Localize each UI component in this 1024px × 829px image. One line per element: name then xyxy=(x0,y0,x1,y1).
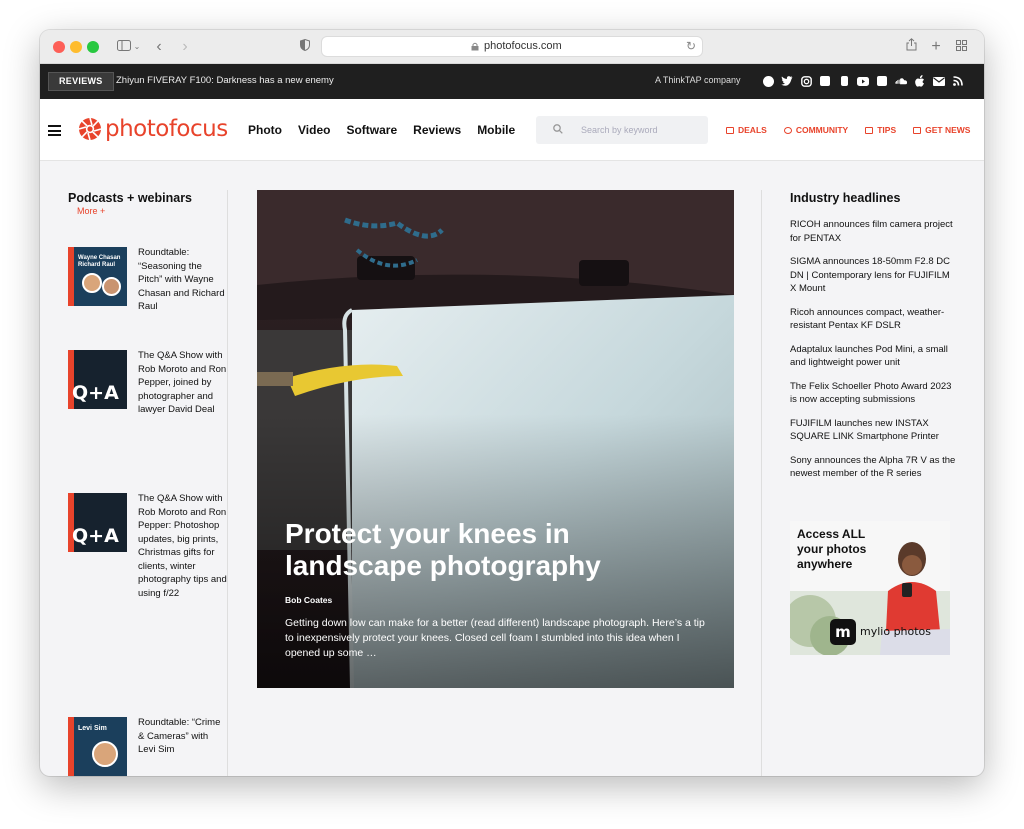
more-link[interactable]: More + xyxy=(77,206,224,216)
browser-toolbar: ⌄ ‹ › photofocus.com ↻ + xyxy=(40,30,984,64)
podcast-thumbnail[interactable]: Levi Sim xyxy=(68,717,127,776)
tips-link[interactable]: TIPS xyxy=(865,125,896,135)
menu-icon[interactable] xyxy=(48,125,61,136)
featured-article[interactable]: Protect your knees in landscape photogra… xyxy=(257,190,734,688)
address-bar[interactable]: photofocus.com ↻ xyxy=(321,36,703,57)
nav-link-photo[interactable]: Photo xyxy=(248,123,282,137)
instagram-icon[interactable] xyxy=(800,75,812,87)
featured-title[interactable]: Protect your knees in landscape photogra… xyxy=(285,518,685,582)
tips-label: TIPS xyxy=(877,125,897,135)
headline-link[interactable]: RICOH announces film camera project for … xyxy=(790,218,958,245)
qa-logo: Q+A xyxy=(72,382,119,404)
envelope-icon xyxy=(913,126,922,134)
deals-label: DEALS xyxy=(738,125,767,135)
zoom-window-button[interactable] xyxy=(87,41,99,53)
tab-overview-icon[interactable] xyxy=(954,36,968,58)
chevron-down-icon[interactable]: ⌄ xyxy=(132,36,142,58)
tips-icon xyxy=(865,126,874,134)
site-topbar: REVIEWS Zhiyun FIVERAY F100: Darkness ha… xyxy=(40,64,984,99)
headline-link[interactable]: Ricoh announces compact, weather-resista… xyxy=(790,306,958,333)
community-label: COMMUNITY xyxy=(795,125,849,135)
podcast-title[interactable]: Roundtable: “Crime & Cameras” with Levi … xyxy=(138,716,228,757)
forward-icon[interactable]: › xyxy=(178,36,192,58)
nav-link-mobile[interactable]: Mobile xyxy=(477,123,515,137)
thumbnail-label: Wayne Chasan Richard Raul xyxy=(78,255,121,268)
podcast-thumbnail[interactable]: Q+A xyxy=(68,350,127,409)
headline-link[interactable]: Sony announces the Alpha 7R V as the new… xyxy=(790,454,958,481)
people-icon xyxy=(783,126,792,134)
youtube-icon[interactable] xyxy=(857,75,869,87)
logo-wordmark: photofocus xyxy=(105,116,228,142)
reload-icon[interactable]: ↻ xyxy=(686,39,696,53)
podcast-title[interactable]: The Q&A Show with Rob Moroto and Ron Pep… xyxy=(138,492,228,600)
aperture-icon xyxy=(78,117,102,141)
podcast-thumbnail[interactable]: Q+A xyxy=(68,493,127,552)
nav-link-video[interactable]: Video xyxy=(298,123,330,137)
ticker-headline[interactable]: Zhiyun FIVERAY F100: Darkness has a new … xyxy=(116,75,334,86)
featured-author[interactable]: Bob Coates xyxy=(285,595,332,605)
social-links xyxy=(762,75,964,88)
column-divider xyxy=(227,190,228,776)
mylio-logo: m mylio photos xyxy=(830,619,931,645)
nav-link-reviews[interactable]: Reviews xyxy=(413,123,461,137)
site-logo[interactable]: photofocus xyxy=(78,116,228,142)
share-icon[interactable] xyxy=(904,36,918,58)
clubhouse-icon[interactable] xyxy=(838,75,850,87)
ad-headline: Access ALL your photos anywhere xyxy=(797,527,867,571)
headlines-section: Industry headlines RICOH announces film … xyxy=(790,191,958,491)
deals-link[interactable]: DEALS xyxy=(726,125,767,135)
headline-link[interactable]: The Felix Schoeller Photo Award 2023 is … xyxy=(790,380,958,407)
get-news-link[interactable]: GET NEWS xyxy=(913,125,970,135)
search-placeholder: Search by keyword xyxy=(581,125,658,135)
company-tagline[interactable]: A ThinkTAP company xyxy=(655,75,741,85)
podcast-title[interactable]: The Q&A Show with Rob Moroto and Ron Pep… xyxy=(138,349,228,417)
nav-link-software[interactable]: Software xyxy=(346,123,397,137)
podcast-title[interactable]: Roundtable: “Seasoning the Pitch” with W… xyxy=(138,246,228,314)
mylio-ad[interactable]: Access ALL your photos anywhere m mylio … xyxy=(790,521,950,655)
community-link[interactable]: COMMUNITY xyxy=(783,125,849,135)
headline-link[interactable]: Adaptalux launches Pod Mini, a small and… xyxy=(790,343,958,370)
featured-image[interactable] xyxy=(257,190,734,688)
featured-excerpt: Getting down low can make for a better (… xyxy=(285,617,705,659)
soundcloud-icon[interactable] xyxy=(895,75,907,87)
thumbnail-label: Levi Sim xyxy=(78,725,107,732)
flipboard-icon[interactable] xyxy=(876,75,888,87)
twitter-icon[interactable] xyxy=(781,75,793,87)
close-window-button[interactable] xyxy=(53,41,65,53)
rss-icon[interactable] xyxy=(952,75,964,87)
podcast-thumbnail[interactable]: Wayne Chasan Richard Raul xyxy=(68,247,127,306)
reviews-badge[interactable]: REVIEWS xyxy=(48,72,114,91)
column-divider xyxy=(761,190,762,776)
headline-link[interactable]: FUJIFILM launches new INSTAX SQUARE LINK… xyxy=(790,417,958,444)
mylio-mark-icon: m xyxy=(830,619,856,645)
search-icon xyxy=(553,124,563,134)
flickr-icon[interactable] xyxy=(819,75,831,87)
podcasts-title: Podcasts + webinars xyxy=(68,191,193,205)
get-news-label: GET NEWS xyxy=(925,125,971,135)
lock-icon xyxy=(471,42,479,51)
new-tab-icon[interactable]: + xyxy=(929,36,943,58)
facebook-icon[interactable] xyxy=(762,75,774,87)
primary-nav: Photo Video Software Reviews Mobile xyxy=(248,123,515,137)
qa-logo: Q+A xyxy=(72,525,119,547)
browser-window: ⌄ ‹ › photofocus.com ↻ + REVIEWS Zhiyun … xyxy=(40,30,984,776)
apple-podcasts-icon[interactable] xyxy=(914,75,926,87)
tag-icon xyxy=(726,126,734,134)
minimize-window-button[interactable] xyxy=(70,41,82,53)
url-text: photofocus.com xyxy=(484,40,562,52)
headline-link[interactable]: SIGMA announces 18-50mm F2.8 DC DN | Con… xyxy=(790,255,958,296)
site-navbar: photofocus Photo Video Software Reviews … xyxy=(40,99,984,161)
search-input[interactable]: Search by keyword xyxy=(536,116,708,144)
back-icon[interactable]: ‹ xyxy=(152,36,166,58)
headlines-title: Industry headlines xyxy=(790,191,901,205)
email-icon[interactable] xyxy=(933,75,945,87)
privacy-shield-icon[interactable] xyxy=(298,36,312,58)
ad-brand-name: mylio photos xyxy=(860,625,932,638)
podcasts-section: Podcasts + webinars More + Wayne Chasan … xyxy=(68,191,227,776)
secondary-nav: DEALS COMMUNITY TIPS GET NEWS xyxy=(726,125,970,135)
